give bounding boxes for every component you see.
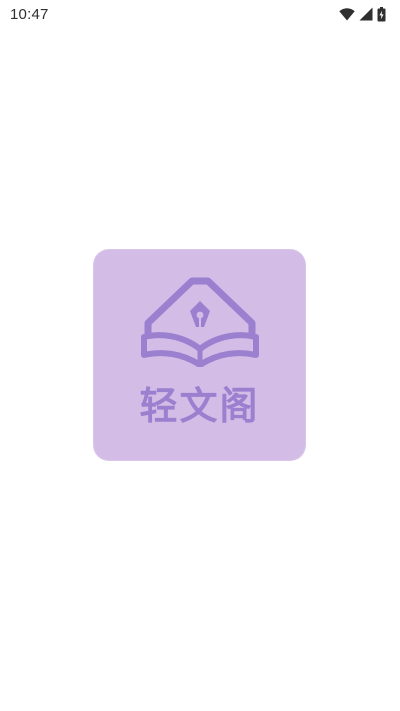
status-time: 10:47 (10, 5, 49, 23)
book-pen-house-icon (141, 277, 259, 367)
app-logo: 轻文阁 (93, 249, 306, 461)
status-bar: 10:47 (0, 0, 400, 28)
signal-icon (359, 7, 373, 21)
status-icons (339, 6, 386, 22)
battery-icon (377, 6, 386, 22)
splash-screen: 10:47 轻文阁 (0, 0, 400, 711)
logo-text: 轻文阁 (139, 384, 260, 428)
wifi-icon (339, 7, 355, 21)
